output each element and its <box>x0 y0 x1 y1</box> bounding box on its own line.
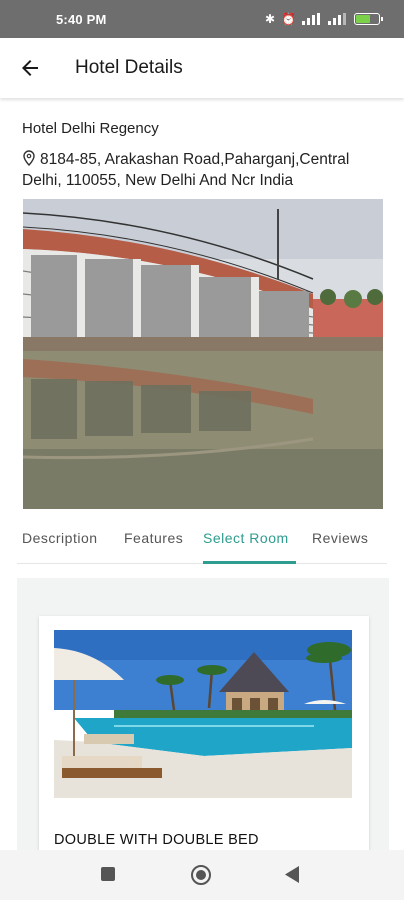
page-title: Hotel Details <box>75 57 183 78</box>
tab-indicator <box>203 561 296 564</box>
tab-reviews[interactable]: Reviews <box>312 530 368 546</box>
tab-select-room[interactable]: Select Room <box>203 530 289 546</box>
battery-icon <box>354 13 383 25</box>
tab-features[interactable]: Features <box>124 530 183 546</box>
room-card[interactable]: DOUBLE WITH DOUBLE BED <box>39 616 369 876</box>
detail-tabs: Description Features Select Room Reviews <box>0 520 404 564</box>
back-triangle-icon[interactable] <box>285 866 301 883</box>
status-icons: ✱ ⏰ <box>264 10 383 28</box>
hotel-photo <box>23 199 383 509</box>
home-icon[interactable] <box>190 864 212 886</box>
signal-icon-2 <box>328 13 346 25</box>
recents-icon[interactable] <box>101 867 115 881</box>
room-photo <box>54 630 352 798</box>
hotel-address: 8184-85, Arakashan Road,Paharganj,Centra… <box>22 149 382 191</box>
room-name: DOUBLE WITH DOUBLE BED <box>54 832 259 848</box>
status-bar: 5:40 PM ✱ ⏰ <box>0 0 404 38</box>
system-nav-bar <box>0 850 404 900</box>
status-time: 5:40 PM <box>56 12 107 27</box>
tab-divider <box>17 563 387 564</box>
room-list: DOUBLE WITH DOUBLE BED <box>17 578 389 876</box>
tab-description[interactable]: Description <box>22 530 98 546</box>
location-pin-icon <box>23 150 35 166</box>
bluetooth-icon: ✱ <box>264 12 276 26</box>
hotel-address-text: 8184-85, Arakashan Road,Paharganj,Centra… <box>22 151 350 189</box>
alarm-icon: ⏰ <box>281 12 296 26</box>
arrow-left-icon[interactable] <box>18 56 42 80</box>
signal-icon <box>302 13 320 25</box>
hotel-name: Hotel Delhi Regency <box>22 120 159 137</box>
app-bar: Hotel Details <box>0 38 404 98</box>
